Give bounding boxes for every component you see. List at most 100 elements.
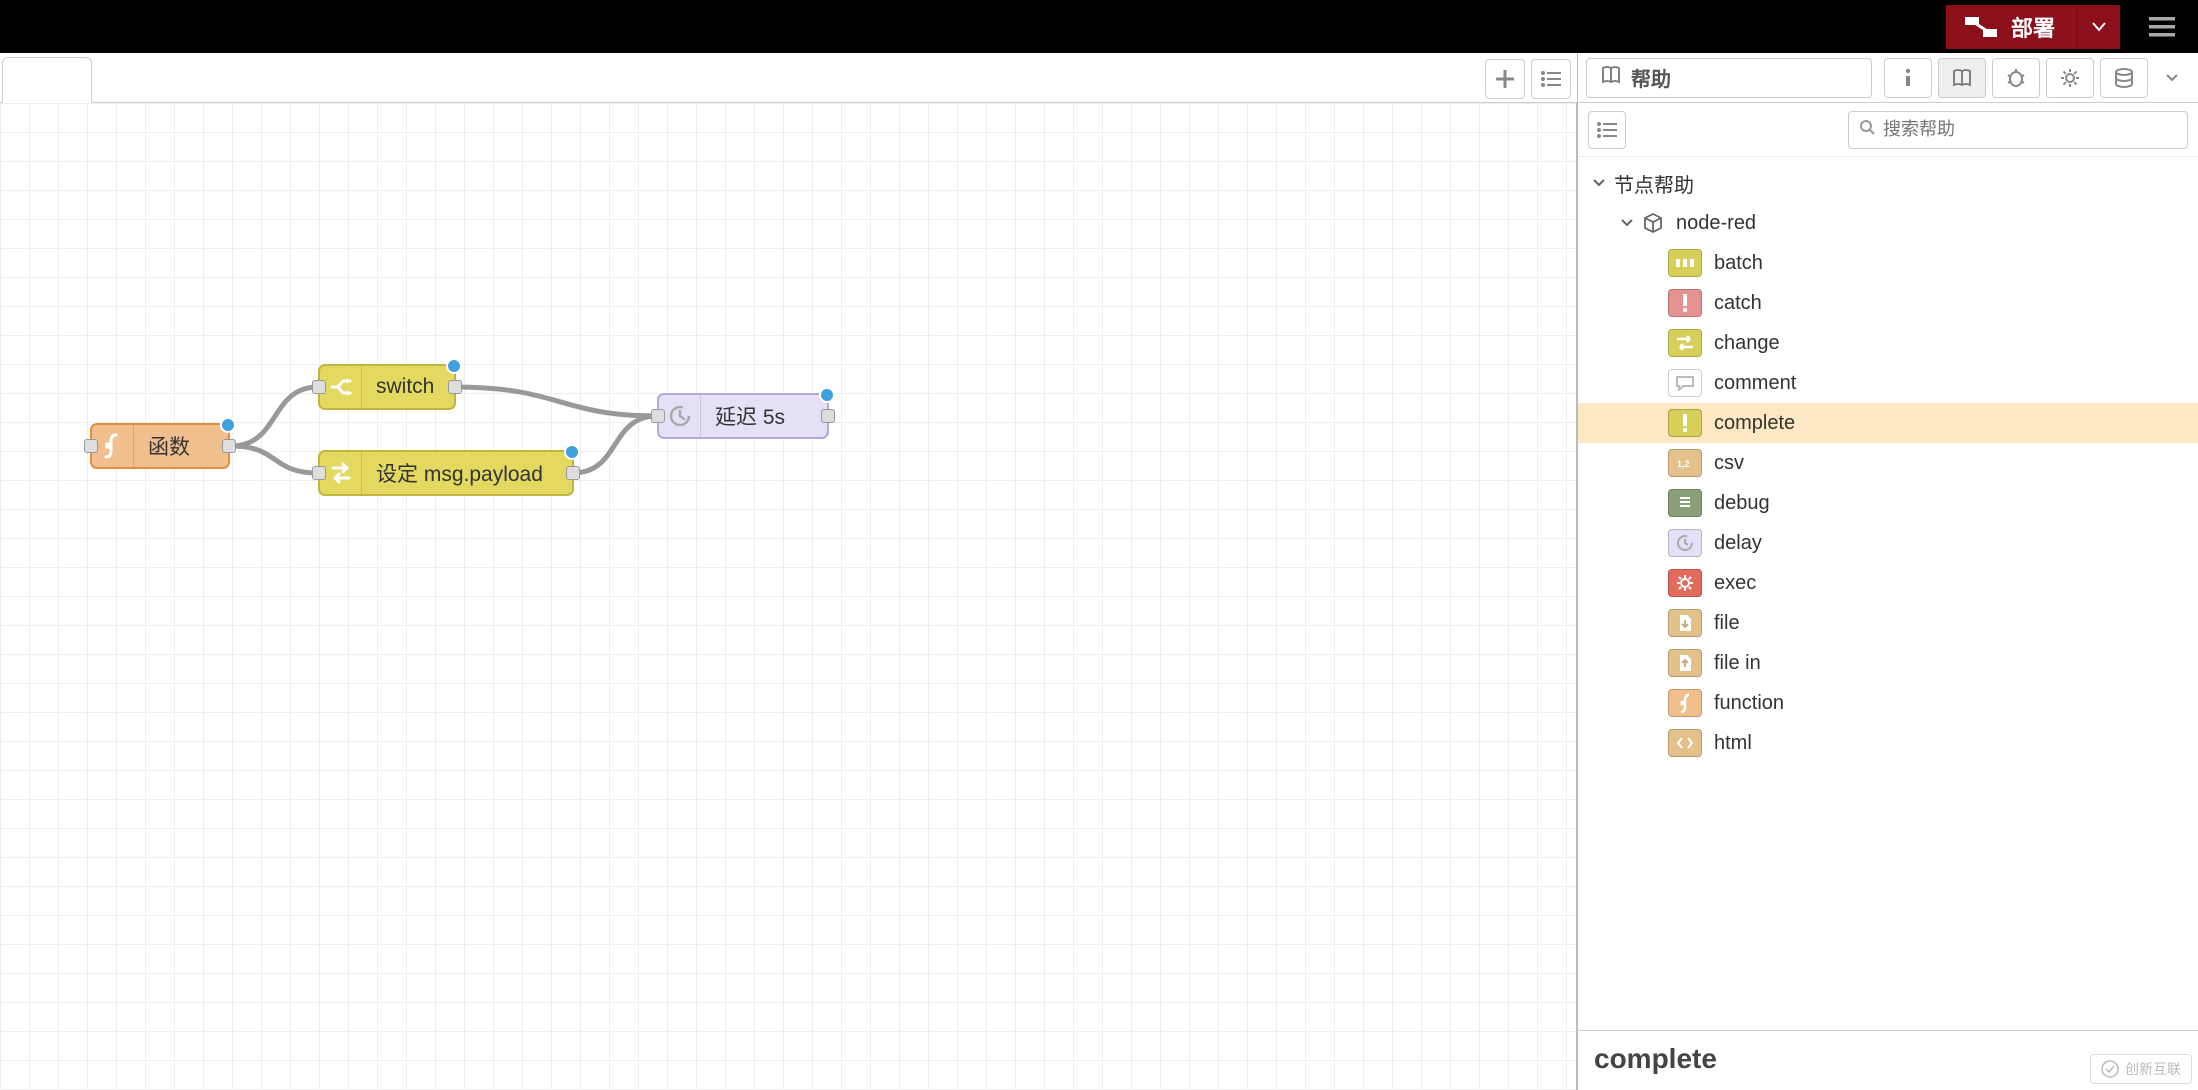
context-tab-button[interactable]	[2100, 58, 2148, 98]
help-item-label: exec	[1714, 572, 1756, 595]
help-search-input[interactable]	[1883, 119, 2177, 140]
help-item-label: csv	[1714, 452, 1744, 475]
add-flow-button[interactable]	[1485, 59, 1525, 99]
tree-package-label: node-red	[1676, 212, 1756, 235]
help-item-catch[interactable]: catch	[1578, 283, 2198, 323]
comment-swatch-icon	[1668, 369, 1702, 397]
debug-swatch-icon	[1668, 489, 1702, 517]
debug-tab-button[interactable]	[1992, 58, 2040, 98]
help-item-file-in[interactable]: file in	[1578, 643, 2198, 683]
node-label: 延迟 5s	[701, 401, 799, 431]
port-in[interactable]	[312, 466, 326, 480]
help-item-label: debug	[1714, 492, 1770, 515]
node-delay[interactable]: 延迟 5s	[657, 393, 829, 439]
help-tab-button[interactable]	[1938, 58, 1986, 98]
help-item-debug[interactable]: debug	[1578, 483, 2198, 523]
node-change[interactable]: 设定 msg.payload	[318, 450, 574, 496]
help-item-comment[interactable]: comment	[1578, 363, 2198, 403]
sidebar: 帮助 节点帮助 node-red batchcatchchan	[1577, 53, 2198, 1090]
delay-swatch-icon	[1668, 529, 1702, 557]
tab-bar	[0, 53, 1577, 103]
deploy-icon	[1965, 17, 1997, 37]
help-item-label: file in	[1714, 652, 1761, 675]
help-item-function[interactable]: function	[1578, 683, 2198, 723]
config-tab-button[interactable]	[2046, 58, 2094, 98]
tree-root-label: 节点帮助	[1614, 169, 1694, 198]
help-item-html[interactable]: html	[1578, 723, 2198, 763]
port-in[interactable]	[84, 439, 98, 453]
help-item-label: file	[1714, 612, 1740, 635]
complete-swatch-icon	[1668, 409, 1702, 437]
function-swatch-icon	[1668, 689, 1702, 717]
tree-package[interactable]: node-red	[1578, 203, 2198, 243]
sidebar-title-tab[interactable]: 帮助	[1586, 58, 1872, 98]
change-icon	[320, 452, 362, 494]
port-in[interactable]	[651, 409, 665, 423]
sidebar-header: 帮助	[1578, 53, 2198, 103]
info-tab-button[interactable]	[1884, 58, 1932, 98]
help-item-label: batch	[1714, 252, 1763, 275]
port-out[interactable]	[448, 380, 462, 394]
change-swatch-icon	[1668, 329, 1702, 357]
help-item-label: html	[1714, 732, 1752, 755]
help-search-box[interactable]	[1848, 111, 2188, 149]
changed-indicator	[220, 417, 236, 433]
help-item-label: function	[1714, 692, 1784, 715]
deploy-main[interactable]: 部署	[1947, 6, 2077, 48]
switch-icon	[320, 366, 362, 408]
help-item-file[interactable]: file	[1578, 603, 2198, 643]
changed-indicator	[564, 444, 580, 460]
wires	[0, 103, 1576, 1090]
watermark: 创新互联	[2090, 1054, 2192, 1084]
help-item-csv[interactable]: 1,2 csv	[1578, 443, 2198, 483]
csv-swatch-icon: 1,2	[1668, 449, 1702, 477]
function-icon	[92, 425, 134, 467]
hamburger-menu-button[interactable]	[2140, 5, 2184, 49]
exec-swatch-icon	[1668, 569, 1702, 597]
port-in[interactable]	[312, 380, 326, 394]
deploy-button[interactable]: 部署	[1946, 5, 2120, 49]
help-item-exec[interactable]: exec	[1578, 563, 2198, 603]
sidebar-more-button[interactable]	[2154, 58, 2190, 98]
html-swatch-icon	[1668, 729, 1702, 757]
port-out[interactable]	[821, 409, 835, 423]
help-item-delay[interactable]: delay	[1578, 523, 2198, 563]
search-icon	[1859, 119, 1875, 140]
node-label: 函数	[134, 431, 204, 461]
svg-text:1,2: 1,2	[1677, 459, 1690, 469]
toc-toggle-button[interactable]	[1588, 111, 1626, 149]
help-item-label: complete	[1714, 412, 1795, 435]
sidebar-tools	[1884, 58, 2190, 98]
package-icon	[1642, 212, 1664, 234]
deploy-label: 部署	[2011, 11, 2055, 43]
top-header: 部署	[0, 0, 2198, 53]
file-swatch-icon	[1668, 609, 1702, 637]
help-item-change[interactable]: change	[1578, 323, 2198, 363]
file-in-swatch-icon	[1668, 649, 1702, 677]
catch-swatch-icon	[1668, 289, 1702, 317]
flow-list-button[interactable]	[1531, 59, 1571, 99]
delay-icon	[659, 395, 701, 437]
deploy-caret[interactable]	[2077, 6, 2119, 48]
flow-tab[interactable]	[2, 57, 92, 103]
node-label: switch	[362, 375, 448, 399]
chevron-down-icon	[1618, 214, 1636, 232]
chevron-down-icon	[1590, 174, 1608, 192]
help-item-complete[interactable]: complete	[1578, 403, 2198, 443]
help-item-label: comment	[1714, 372, 1796, 395]
port-out[interactable]	[222, 439, 236, 453]
node-switch[interactable]: switch	[318, 364, 456, 410]
sidebar-title: 帮助	[1631, 63, 1671, 92]
node-label: 设定 msg.payload	[362, 458, 557, 488]
node-function[interactable]: 函数	[90, 423, 230, 469]
batch-swatch-icon	[1668, 249, 1702, 277]
workspace: 函数 switch 设定 msg.payload	[0, 53, 1577, 1090]
help-item-label: change	[1714, 332, 1780, 355]
canvas[interactable]: 函数 switch 设定 msg.payload	[0, 103, 1577, 1090]
help-tree: 节点帮助 node-red batch catch change comment com…	[1578, 157, 2198, 1030]
tree-root[interactable]: 节点帮助	[1578, 163, 2198, 203]
port-out[interactable]	[566, 466, 580, 480]
help-item-batch[interactable]: batch	[1578, 243, 2198, 283]
changed-indicator	[446, 358, 462, 374]
changed-indicator	[819, 387, 835, 403]
